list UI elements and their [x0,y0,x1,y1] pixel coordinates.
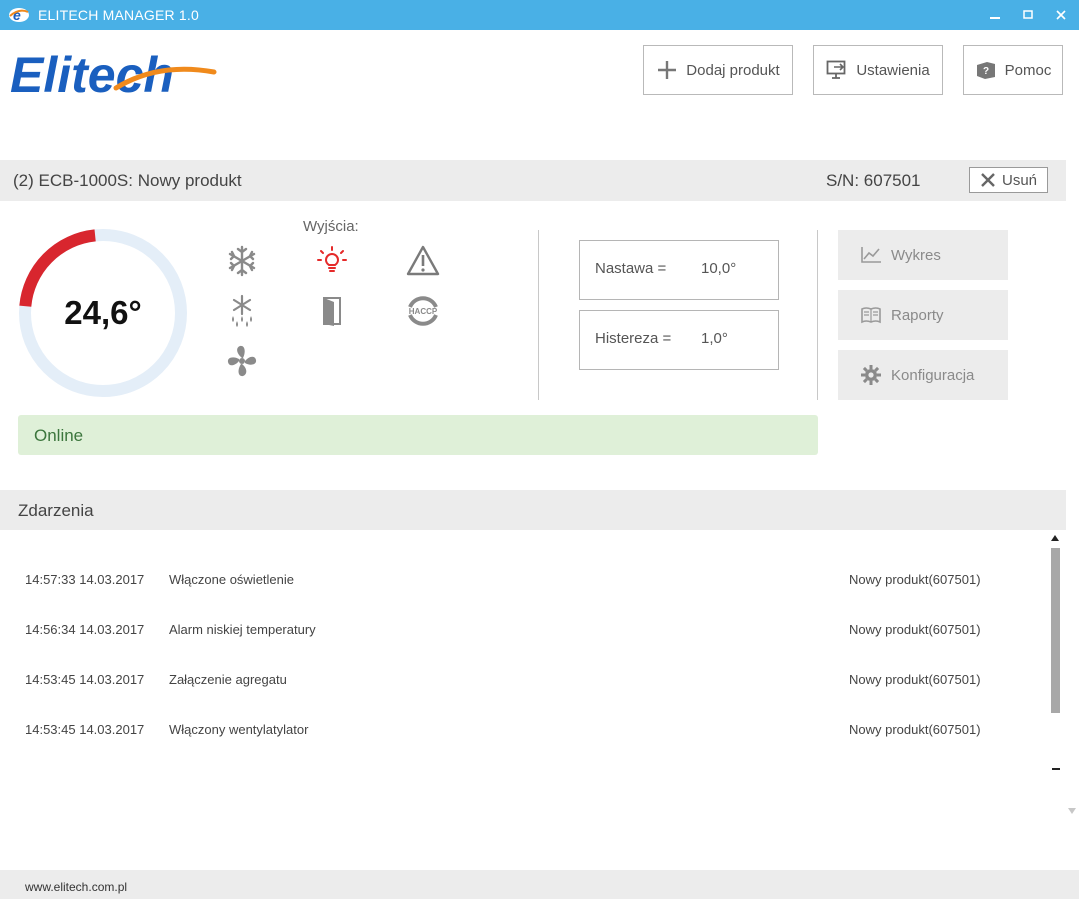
event-device: Nowy produkt(607501) [849,722,981,737]
book-icon [861,307,881,324]
window-edge [1066,30,1079,868]
maximize-icon [1022,10,1033,19]
reports-label: Raporty [891,306,944,324]
setpoint-value: 10,0° [701,260,737,277]
line-chart-icon [861,247,881,263]
event-device: Nowy produkt(607501) [849,672,981,687]
events-title: Zdarzenia [18,501,94,520]
hysteresis-field[interactable]: Histereza = 1,0° [579,310,779,370]
event-time: 14:57:33 14.03.2017 [25,572,145,587]
status-banner: Online [18,415,818,455]
event-row: 14:57:33 14.03.2017 Włączone oświetlenie… [0,568,1040,592]
setpoint-field[interactable]: Nastawa = 10,0° [579,240,779,300]
help-label: Pomoc [1004,61,1052,79]
door-icon [323,297,341,326]
haccp-icon: HACCP [408,296,438,326]
window-title: ELITECH MANAGER 1.0 [38,7,199,23]
events-scrollbar-thumb[interactable] [1051,548,1060,713]
events-header: Zdarzenia [0,490,1066,530]
status-text: Online [34,426,84,445]
defrost-icon [232,294,252,327]
svg-text:?: ? [983,66,989,77]
monitor-icon [826,60,846,79]
divider [538,230,539,400]
hysteresis-label: Histereza = [595,330,672,347]
scroll-down-arrow[interactable] [1068,808,1076,814]
elitech-logo: Elitech [10,47,217,102]
snowflake-icon [228,245,256,277]
chart-label: Wykres [891,246,941,264]
divider [817,230,818,400]
event-description: Alarm niskiej temperatury [169,622,316,637]
minimize-icon [989,17,1000,19]
help-book-icon: ? [976,62,995,79]
svg-text:HACCP: HACCP [409,307,438,316]
setpoint-label: Nastawa = [595,260,667,277]
event-time: 14:53:45 14.03.2017 [25,672,145,687]
reports-button[interactable]: Raporty [838,290,1008,340]
help-button[interactable]: ? Pomoc [963,45,1063,95]
remove-label: Usuń [1001,171,1038,189]
add-product-label: Dodaj produkt [686,61,780,79]
maximize-button[interactable] [1011,0,1044,30]
event-device: Nowy produkt(607501) [849,572,981,587]
scroll-up-arrow[interactable] [1051,535,1059,541]
remove-device-button[interactable]: Usuń [969,167,1048,193]
configuration-label: Konfiguracja [891,366,975,384]
app-logo-icon: e [9,7,29,23]
gear-icon [861,365,881,385]
close-icon [981,173,995,187]
chart-button[interactable]: Wykres [838,230,1008,280]
svg-text:e: e [13,7,21,23]
event-time: 14:53:45 14.03.2017 [25,722,145,737]
alarm-icon [406,245,440,276]
event-row: 14:56:34 14.03.2017 Alarm niskiej temper… [0,618,1040,642]
event-device: Nowy produkt(607501) [849,622,981,637]
footer: www.elitech.com.pl [0,870,1079,899]
temperature-value: 24,6° [64,294,142,331]
website-link[interactable]: www.elitech.com.pl [25,880,127,894]
plus-icon [658,61,677,79]
configuration-button[interactable]: Konfiguracja [838,350,1008,400]
event-description: Załączenie agregatu [169,672,287,687]
device-serial: S/N: 607501 [826,171,921,190]
light-icon [317,246,347,272]
title-bar: e ELITECH MANAGER 1.0 [0,0,1079,30]
minimize-button[interactable] [978,0,1011,30]
scroll-end-marker [1052,768,1060,770]
fan-icon [227,345,257,377]
outputs-label: Wyjścia: [303,218,359,235]
close-button[interactable] [1044,0,1077,30]
settings-label: Ustawienia [856,61,930,79]
hysteresis-value: 1,0° [701,330,728,347]
device-title: (2) ECB-1000S: Nowy produkt [13,171,242,190]
event-row: 14:53:45 14.03.2017 Włączony wentylatyla… [0,718,1040,742]
event-description: Włączony wentylatylator [169,722,309,737]
device-header: (2) ECB-1000S: Nowy produkt S/N: 607501 [0,160,1066,201]
event-row: 14:53:45 14.03.2017 Załączenie agregatu … [0,668,1040,692]
close-icon [1055,10,1066,20]
event-time: 14:56:34 14.03.2017 [25,622,145,637]
event-description: Włączone oświetlenie [169,572,295,587]
settings-button[interactable]: Ustawienia [813,45,943,95]
add-product-button[interactable]: Dodaj produkt [643,45,793,95]
